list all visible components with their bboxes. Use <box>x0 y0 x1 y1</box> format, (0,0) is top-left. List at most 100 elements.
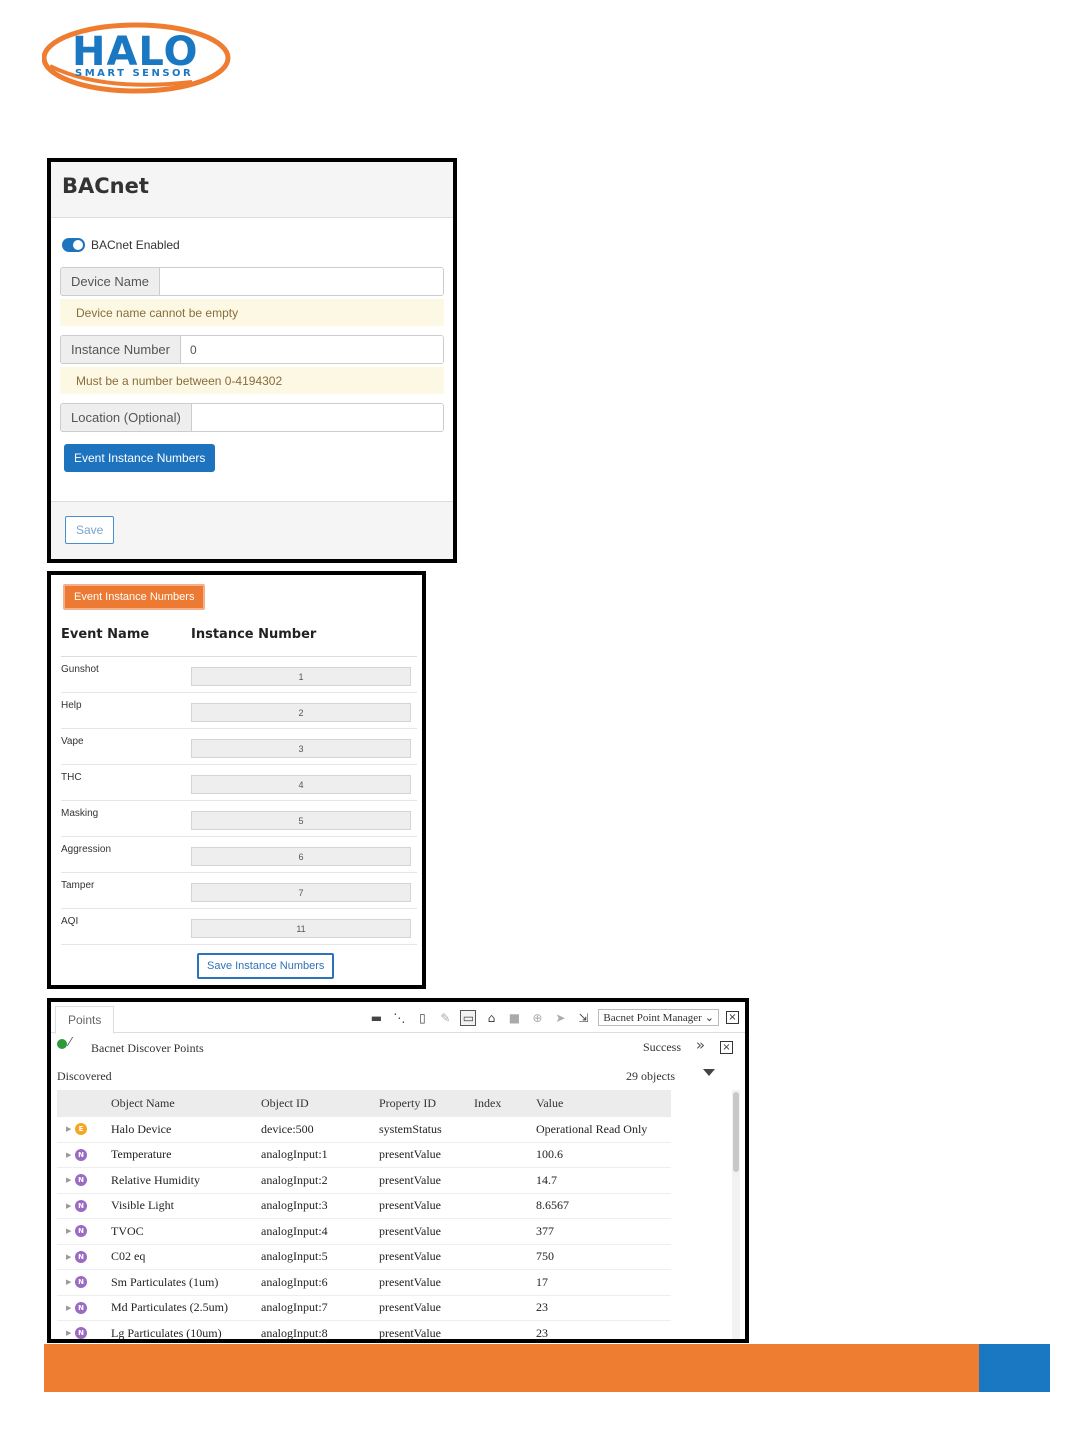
object-name-cell: Sm Particulates (1um) <box>111 1274 219 1289</box>
tab-points[interactable]: Points <box>55 1006 115 1034</box>
event-row: AQI 11 <box>61 909 417 945</box>
export-icon[interactable]: ⇲ <box>575 1010 591 1026</box>
expand-icon[interactable]: ▶ <box>57 1253 71 1261</box>
save-instance-numbers-button[interactable]: Save Instance Numbers <box>197 953 335 979</box>
column-value[interactable]: Value <box>536 1096 666 1111</box>
column-object-id[interactable]: Object ID <box>261 1096 379 1111</box>
device-name-input[interactable] <box>160 268 443 295</box>
event-name: Tamper <box>61 880 95 891</box>
table-row[interactable]: ▶ N Lg Particulates (10um) analogInput:8 pre… <box>57 1321 671 1340</box>
point-type-badge-icon: N <box>75 1225 87 1238</box>
object-id-cell: analogInput:4 <box>261 1223 328 1238</box>
property-id-cell: presentValue <box>379 1198 441 1213</box>
bacnet-enabled-toggle[interactable] <box>62 238 85 252</box>
manager-select-value: Bacnet Point Manager <box>603 1011 702 1024</box>
table-row[interactable]: ▶ N Md Particulates (2.5um) analogInput:7 pr… <box>57 1296 671 1321</box>
expand-icon[interactable]: ▶ <box>57 1329 71 1337</box>
vertical-scrollbar[interactable] <box>732 1090 740 1339</box>
save-button[interactable]: Save <box>65 516 115 544</box>
home-icon[interactable]: ⌂ <box>483 1010 499 1026</box>
object-id-cell: analogInput:5 <box>261 1249 328 1264</box>
discovered-row: Discovered 29 objects <box>51 1061 745 1089</box>
manager-select[interactable]: Bacnet Point Manager ⌄ <box>598 1009 719 1026</box>
table-row[interactable]: ▶ N Temperature analogInput:1 presentValue 10… <box>57 1143 671 1168</box>
event-table-body: Gunshot 1 Help 2 Vape 3 THC 4 Masking 5 Aggression… <box>61 657 417 945</box>
scrollbar-thumb[interactable] <box>733 1092 739 1172</box>
object-name-cell: Halo Device <box>111 1121 172 1136</box>
point-type-badge-icon: N <box>75 1327 87 1339</box>
point-type-badge-icon: E <box>75 1123 87 1136</box>
column-object-name[interactable]: Object Name <box>111 1096 261 1111</box>
value-cell: 23 <box>536 1300 548 1315</box>
point-type-badge-icon: N <box>75 1250 87 1263</box>
instance-number-input[interactable]: 0 <box>181 336 443 363</box>
expand-icon[interactable]: ▶ <box>57 1176 71 1184</box>
table-row[interactable]: ▶ E Halo Device device:500 systemStatus Opera… <box>57 1117 671 1143</box>
success-check-icon <box>57 1039 67 1049</box>
expand-icon[interactable]: ▶ <box>57 1304 71 1312</box>
halo-logo: HALO SMART SENSOR <box>41 22 232 94</box>
expand-icon[interactable]: ▶ <box>57 1227 71 1235</box>
toggle-label: BACnet Enabled <box>91 238 180 252</box>
event-instance-input[interactable]: 6 <box>191 847 411 866</box>
object-name-cell: TVOC <box>111 1223 144 1238</box>
double-chevron-right-icon[interactable]: » <box>696 1036 705 1054</box>
column-property-id[interactable]: Property ID <box>379 1096 474 1111</box>
event-instance-input[interactable]: 5 <box>191 811 411 830</box>
arrow-icon[interactable]: ➤ <box>552 1010 568 1026</box>
stop-icon[interactable]: ■ <box>506 1010 522 1026</box>
object-id-cell: analogInput:8 <box>261 1325 328 1340</box>
event-name: THC <box>61 772 82 783</box>
event-instance-input[interactable]: 2 <box>191 703 411 722</box>
object-name-cell: Relative Humidity <box>111 1172 200 1187</box>
close-icon[interactable]: × <box>726 1011 739 1024</box>
folder-icon[interactable]: ▬ <box>368 1010 384 1026</box>
table-row[interactable]: ▶ N Sm Particulates (1um) analogInput:6 pres… <box>57 1270 671 1296</box>
object-name-cell: Visible Light <box>111 1198 174 1213</box>
object-id-cell: analogInput:2 <box>261 1172 328 1187</box>
add-circle-icon[interactable]: ⊕ <box>529 1010 545 1026</box>
table-row[interactable]: ▶ N Relative Humidity analogInput:2 presentV… <box>57 1168 671 1194</box>
document-icon[interactable]: ▯ <box>414 1010 430 1026</box>
instance-number-label: Instance Number <box>61 336 181 363</box>
network-icon[interactable]: ⋱ <box>391 1010 407 1026</box>
property-id-cell: presentValue <box>379 1172 441 1187</box>
event-instance-input[interactable]: 4 <box>191 775 411 794</box>
event-row: THC 4 <box>61 765 417 801</box>
expand-icon[interactable]: ▶ <box>57 1278 71 1286</box>
table-row[interactable]: ▶ N TVOC analogInput:4 presentValue 377 <box>57 1219 671 1245</box>
value-cell: 23 <box>536 1325 548 1340</box>
object-id-cell: analogInput:6 <box>261 1274 328 1289</box>
job-row: ⁄ Bacnet Discover Points Success » × <box>51 1033 745 1061</box>
value-cell: 17 <box>536 1274 548 1289</box>
logo-subtitle: SMART SENSOR <box>75 68 194 79</box>
close-job-icon[interactable]: × <box>720 1041 733 1054</box>
event-instance-input[interactable]: 7 <box>191 883 411 902</box>
column-index[interactable]: Index <box>474 1096 536 1111</box>
event-row: Tamper 7 <box>61 873 417 909</box>
table-row[interactable]: ▶ N Visible Light analogInput:3 presentValue… <box>57 1194 671 1219</box>
points-table-header: Object Name Object ID Property ID Index … <box>57 1090 671 1117</box>
expand-icon[interactable]: ▶ <box>57 1151 71 1159</box>
pencil-icon[interactable]: ✎ <box>437 1010 453 1026</box>
expand-icon[interactable]: ▶ <box>57 1125 71 1133</box>
object-name-cell: Temperature <box>111 1147 172 1162</box>
event-instance-numbers-button[interactable]: Event Instance Numbers <box>64 444 216 472</box>
table-row[interactable]: ▶ N C02 eq analogInput:5 presentValue 750 <box>57 1245 671 1270</box>
property-id-cell: presentValue <box>379 1249 441 1264</box>
property-id-cell: presentValue <box>379 1147 441 1162</box>
points-table: Object Name Object ID Property ID Index … <box>57 1090 671 1340</box>
caret-down-icon[interactable] <box>703 1069 715 1076</box>
object-name-cell: Lg Particulates (10um) <box>111 1325 222 1340</box>
location-input[interactable] <box>191 404 443 431</box>
window-icon[interactable]: ▭ <box>460 1009 477 1026</box>
event-instance-input[interactable]: 11 <box>191 919 411 938</box>
event-instance-numbers-tab[interactable]: Event Instance Numbers <box>63 584 206 610</box>
object-name-cell: Md Particulates (2.5um) <box>111 1300 228 1315</box>
expand-icon[interactable]: ▶ <box>57 1202 71 1210</box>
property-id-cell: presentValue <box>379 1300 441 1315</box>
value-cell: 377 <box>536 1223 554 1238</box>
event-instance-input[interactable]: 1 <box>191 667 411 686</box>
bacnet-panel: BACnet BACnet Enabled Device Name Device… <box>47 158 457 563</box>
event-instance-input[interactable]: 3 <box>191 739 411 758</box>
